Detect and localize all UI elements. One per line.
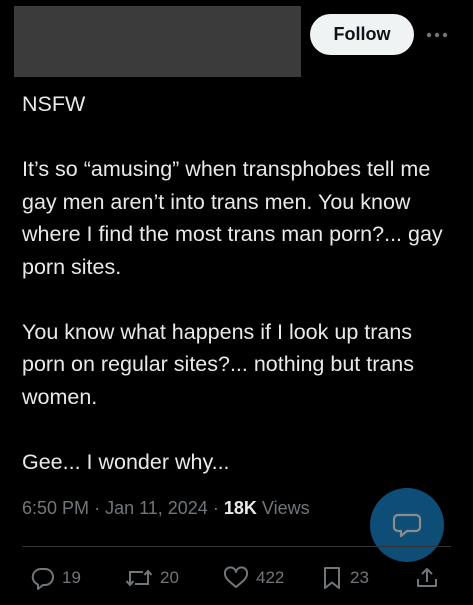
share-button[interactable] (414, 560, 440, 596)
message-bubble-icon (392, 513, 422, 538)
post-time[interactable]: 6:50 PM (22, 498, 89, 518)
reply-icon (31, 567, 54, 590)
reply-count: 19 (62, 568, 81, 587)
bookmark-button[interactable]: 23 (320, 560, 369, 596)
like-count: 422 (256, 568, 285, 587)
views-label: Views (261, 498, 310, 518)
redacted-user-info (14, 6, 301, 77)
post-text: NSFW It’s so “amusing” when transphobes … (22, 88, 452, 478)
bookmark-count: 23 (350, 568, 369, 587)
repost-icon (125, 569, 153, 587)
bookmark-icon (324, 567, 340, 589)
heart-icon (223, 566, 249, 588)
divider (22, 546, 451, 547)
post-line: NSFW (22, 92, 86, 116)
post-line: Gee... I wonder why... (22, 449, 230, 474)
post-date[interactable]: Jan 11, 2024 (105, 498, 208, 518)
post-line: You know what happens if I look up trans… (22, 319, 415, 409)
compose-fab-button[interactable] (370, 488, 444, 562)
reply-button[interactable]: 19 (30, 560, 81, 596)
views-count: 18K (223, 498, 257, 518)
post-line: It’s so “amusing” when transphobes tell … (22, 157, 443, 279)
repost-count: 20 (160, 568, 179, 587)
share-icon (417, 568, 437, 587)
repost-button[interactable]: 20 (124, 560, 179, 596)
more-horizontal-icon[interactable] (424, 22, 450, 48)
action-bar: 19 20 422 23 (0, 560, 473, 596)
like-button[interactable]: 422 (222, 560, 284, 596)
follow-button[interactable]: Follow (310, 14, 414, 55)
post-meta: 6:50 PM · Jan 11, 2024 · 18K Views (22, 498, 310, 518)
